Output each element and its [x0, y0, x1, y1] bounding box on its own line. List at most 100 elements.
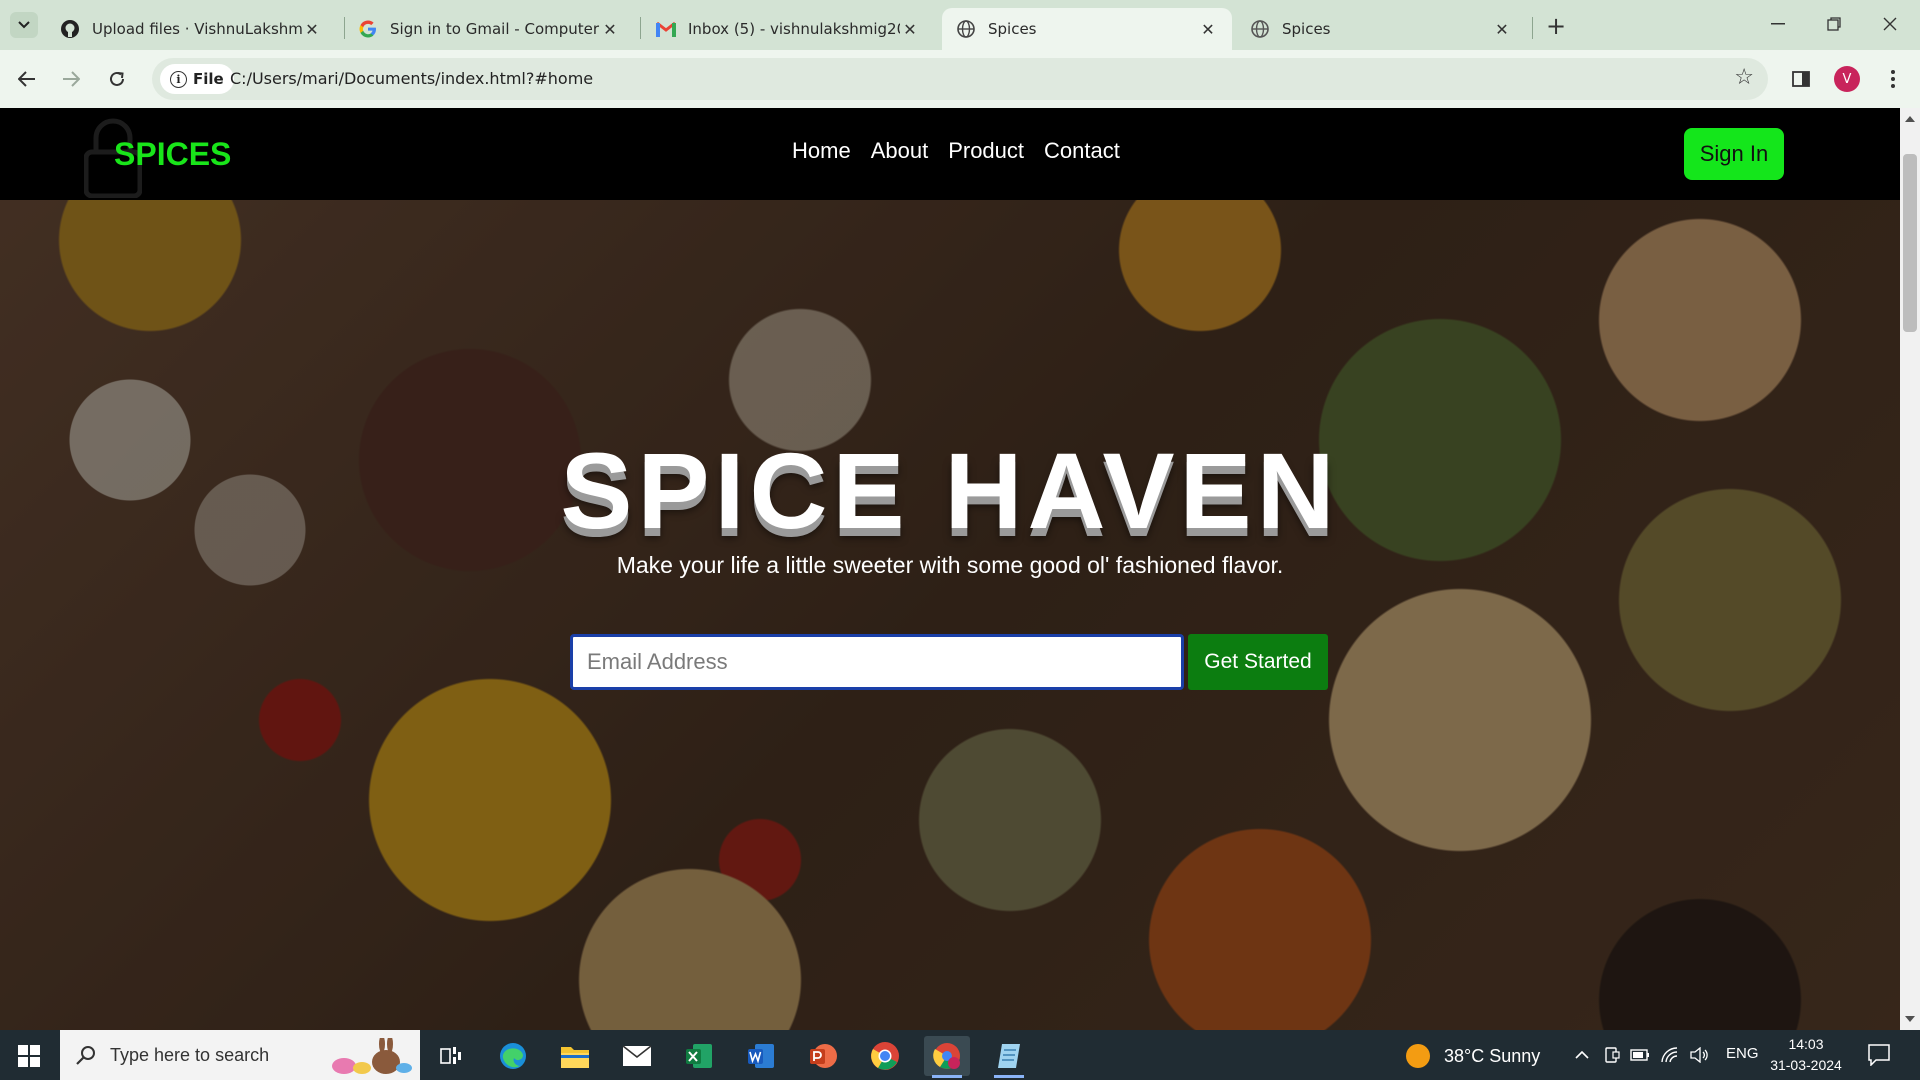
url-text[interactable]: C:/Users/mari/Documents/index.html?#home: [230, 69, 593, 88]
forward-arrow-icon: [63, 71, 80, 87]
gmail-icon: [656, 19, 676, 39]
mail-icon: [622, 1045, 652, 1066]
close-tab-icon[interactable]: ✕: [1492, 19, 1512, 39]
system-clock[interactable]: 14:03 31-03-2024: [1768, 1034, 1844, 1076]
taskbar-notepad[interactable]: [986, 1036, 1032, 1078]
scroll-down-arrow-icon[interactable]: [1905, 1016, 1915, 1022]
tab-gmail-inbox[interactable]: Inbox (5) - vishnulakshmig2004 ✕: [642, 8, 934, 50]
search-icon: [76, 1046, 95, 1065]
word-icon: [748, 1044, 774, 1068]
page-viewport: SPICES Home About Product Contact Sign I…: [0, 108, 1900, 1030]
nav-link-about[interactable]: About: [871, 138, 929, 164]
close-tab-icon[interactable]: ✕: [600, 19, 620, 39]
scrollbar-thumb[interactable]: [1903, 154, 1917, 332]
bookmark-star-icon[interactable]: ☆: [1734, 67, 1754, 89]
back-button[interactable]: [12, 64, 42, 94]
search-placeholder: Type here to search: [110, 1044, 270, 1065]
tab-title: Inbox (5) - vishnulakshmig2004: [688, 20, 900, 38]
nav-link-product[interactable]: Product: [948, 138, 1024, 164]
sign-in-button[interactable]: Sign In: [1684, 128, 1784, 180]
tab-gmail-signin[interactable]: Sign in to Gmail - Computer - G ✕: [344, 8, 634, 50]
task-view-button[interactable]: [428, 1036, 474, 1076]
nav-link-contact[interactable]: Contact: [1044, 138, 1120, 164]
more-vertical-icon: [1891, 70, 1895, 88]
address-bar[interactable]: i File C:/Users/mari/Documents/index.htm…: [152, 58, 1768, 100]
profile-avatar[interactable]: V: [1834, 66, 1860, 92]
side-panel-button[interactable]: [1786, 64, 1816, 94]
close-tab-icon[interactable]: ✕: [302, 19, 322, 39]
taskbar-powerpoint[interactable]: [800, 1036, 846, 1076]
meet-now-tray[interactable]: [1602, 1045, 1622, 1065]
tab-title: Spices: [1282, 20, 1331, 38]
taskbar-excel[interactable]: [676, 1036, 722, 1076]
github-icon: [60, 19, 80, 39]
nav-link-home[interactable]: Home: [792, 138, 851, 164]
browser-menu-button[interactable]: [1878, 64, 1908, 94]
hero-title: SPICE HAVEN: [560, 430, 1340, 551]
task-view-icon: [440, 1047, 461, 1064]
tab-title: Spices: [988, 20, 1037, 38]
taskbar-word[interactable]: [738, 1036, 784, 1076]
site-chip-label: File: [193, 70, 224, 88]
close-tab-icon[interactable]: ✕: [1198, 19, 1218, 39]
tab-search-button[interactable]: [10, 12, 38, 38]
battery-tray[interactable]: [1630, 1045, 1650, 1065]
page-scrollbar[interactable]: [1900, 108, 1920, 1030]
easter-bunny-illustration-icon: [332, 1038, 412, 1074]
wifi-tray[interactable]: [1660, 1045, 1680, 1065]
reload-button[interactable]: [102, 64, 132, 94]
back-arrow-icon: [18, 71, 35, 87]
globe-icon: [1250, 19, 1270, 39]
taskbar-file-explorer[interactable]: [552, 1036, 598, 1076]
weather-widget[interactable]: 38°C Sunny: [1406, 1044, 1540, 1068]
site-navbar: SPICES Home About Product Contact Sign I…: [0, 108, 1900, 200]
taskbar-search-box[interactable]: Type here to search: [60, 1030, 420, 1080]
excel-icon: [686, 1044, 712, 1068]
taskbar-mail[interactable]: [614, 1036, 660, 1076]
restore-icon: [1827, 17, 1841, 31]
tab-spices[interactable]: Spices ✕: [1236, 8, 1526, 50]
chrome-icon: [871, 1042, 899, 1070]
speaker-icon: [1690, 1047, 1708, 1063]
scroll-up-arrow-icon[interactable]: [1905, 116, 1915, 122]
side-panel-icon: [1792, 71, 1810, 87]
notepad-icon: [998, 1044, 1020, 1068]
taskbar-edge[interactable]: [490, 1036, 536, 1076]
tab-title: Sign in to Gmail - Computer - G: [390, 20, 600, 38]
tab-spices-active[interactable]: Spices ✕: [942, 8, 1232, 50]
tab-github-upload[interactable]: Upload files · VishnuLakshmi-G ✕: [46, 8, 336, 50]
hero-subtitle: Make your life a little sweeter with som…: [616, 552, 1284, 578]
clock-time: 14:03: [1788, 1036, 1824, 1052]
notification-center-button[interactable]: [1868, 1044, 1890, 1070]
show-hidden-icons-button[interactable]: [1572, 1045, 1592, 1065]
close-window-button[interactable]: [1862, 6, 1918, 42]
edge-browser-icon: [500, 1043, 526, 1069]
battery-icon: [1630, 1049, 1649, 1061]
windows-taskbar: Type here to search 38°C Sunny ENG 14:03…: [0, 1030, 1920, 1080]
hero-overlay: [0, 200, 1900, 1030]
forward-button[interactable]: [56, 64, 86, 94]
email-input[interactable]: [570, 634, 1184, 690]
chevron-up-icon: [1575, 1051, 1589, 1059]
get-started-button[interactable]: Get Started: [1188, 634, 1328, 690]
minimize-button[interactable]: [1750, 6, 1806, 42]
close-tab-icon[interactable]: ✕: [900, 19, 920, 39]
tab-divider: [1532, 17, 1533, 39]
windows-start-icon[interactable]: [18, 1045, 40, 1067]
taskbar-chrome-profile-active[interactable]: [924, 1036, 970, 1078]
minimize-icon: [1771, 23, 1785, 25]
browser-toolbar: i File C:/Users/mari/Documents/index.htm…: [0, 50, 1920, 108]
main-nav-menu: Home About Product Contact: [792, 138, 1120, 164]
powerpoint-icon: [810, 1044, 837, 1068]
site-info-chip[interactable]: i File: [160, 64, 234, 94]
taskbar-chrome[interactable]: [862, 1036, 908, 1076]
brand-logo-text[interactable]: SPICES: [114, 136, 231, 173]
input-language[interactable]: ENG: [1726, 1045, 1759, 1062]
folder-icon: [561, 1047, 589, 1068]
close-icon: [1883, 17, 1897, 31]
restore-button[interactable]: [1806, 6, 1862, 42]
globe-icon: [956, 19, 976, 39]
volume-tray[interactable]: [1690, 1045, 1710, 1065]
weather-text: 38°C Sunny: [1444, 1045, 1541, 1066]
new-tab-button[interactable]: +: [1542, 12, 1570, 40]
